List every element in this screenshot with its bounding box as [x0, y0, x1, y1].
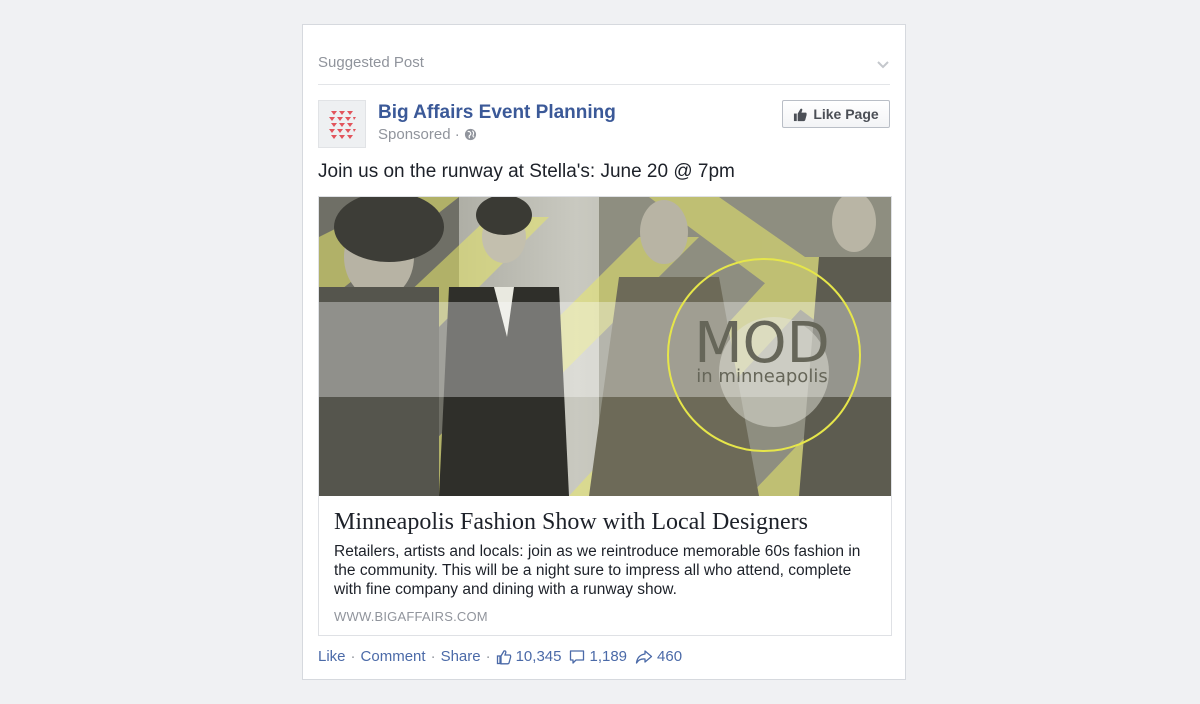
sponsored-line: Sponsored · — [378, 126, 477, 143]
post-message: Join us on the runway at Stella's: June … — [318, 161, 735, 182]
link-description: Retailers, artists and locals: join as w… — [334, 543, 861, 598]
link-title[interactable]: Minneapolis Fashion Show with Local Desi… — [334, 509, 808, 536]
suggested-post-header: Suggested Post — [318, 54, 890, 85]
page-logo-icon — [329, 111, 356, 139]
like-link[interactable]: Like — [318, 648, 346, 665]
post-actions-bar: Like · Comment · Share · 10,345 1,189 46… — [318, 648, 690, 665]
separator: · — [485, 648, 491, 665]
comment-icon — [570, 649, 585, 664]
link-preview[interactable]: MOD in minneapolis Minneapolis Fashion S… — [318, 196, 892, 636]
likes-count[interactable]: 10,345 — [496, 648, 562, 665]
comments-count-value: 1,189 — [589, 648, 628, 665]
shares-count-value: 460 — [657, 648, 683, 665]
suggested-post-label: Suggested Post — [318, 54, 424, 71]
thumbs-up-icon — [496, 649, 511, 664]
share-icon — [635, 649, 653, 664]
page-name-link[interactable]: Big Affairs Event Planning — [378, 102, 616, 124]
share-link[interactable]: Share — [441, 648, 481, 665]
suggested-post-card: Suggested Post Big Affairs Event Plannin… — [302, 24, 906, 680]
comments-count[interactable]: 1,189 — [569, 648, 627, 665]
comment-link[interactable]: Comment — [361, 648, 426, 665]
hero-subtitle-text: in minneapolis — [696, 366, 827, 387]
link-domain: WWW.BIGAFFAIRS.COM — [334, 609, 488, 624]
page-avatar[interactable] — [318, 100, 366, 148]
separator: · — [350, 648, 356, 665]
hero-image: MOD in minneapolis — [319, 197, 891, 496]
likes-count-value: 10,345 — [515, 648, 562, 665]
separator: · — [430, 648, 436, 665]
like-page-label: Like Page — [813, 106, 879, 122]
shares-count[interactable]: 460 — [635, 648, 682, 665]
like-page-button[interactable]: Like Page — [782, 100, 890, 128]
sponsored-label: Sponsored · — [378, 126, 460, 143]
globe-icon — [464, 128, 476, 141]
chevron-down-icon[interactable] — [876, 57, 890, 71]
thumbs-up-icon — [794, 108, 808, 121]
